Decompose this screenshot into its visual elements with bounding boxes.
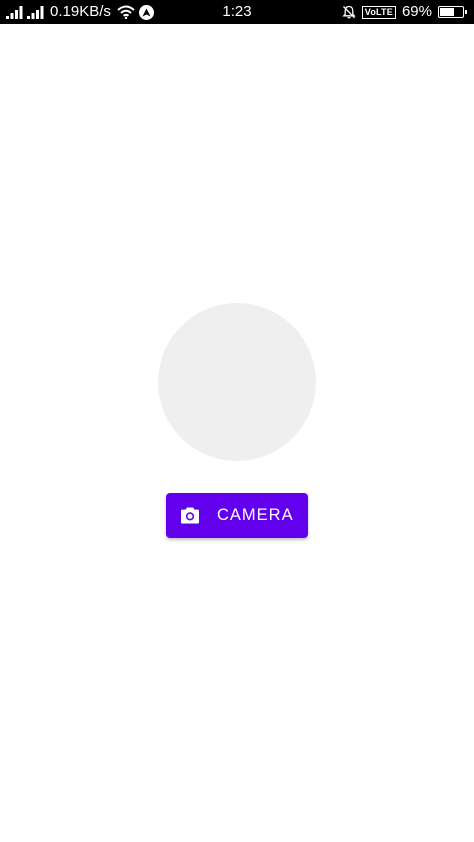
battery-percent: 69% [401,3,432,20]
status-bar: 0.19KB/s 1:23 VoLTE 69% [0,0,474,24]
battery-icon [438,6,467,18]
camera-button[interactable]: CAMERA [166,493,308,538]
battery-fill [440,8,454,16]
camera-icon [181,507,199,524]
bell-muted-icon [342,5,356,19]
status-right: VoLTE 69% [342,0,468,24]
camera-button-label: CAMERA [217,506,294,524]
volte-badge: VoLTE [361,5,396,19]
image-placeholder [158,303,316,461]
app-screen: 0.19KB/s 1:23 VoLTE 69% CAMERA [0,0,474,842]
